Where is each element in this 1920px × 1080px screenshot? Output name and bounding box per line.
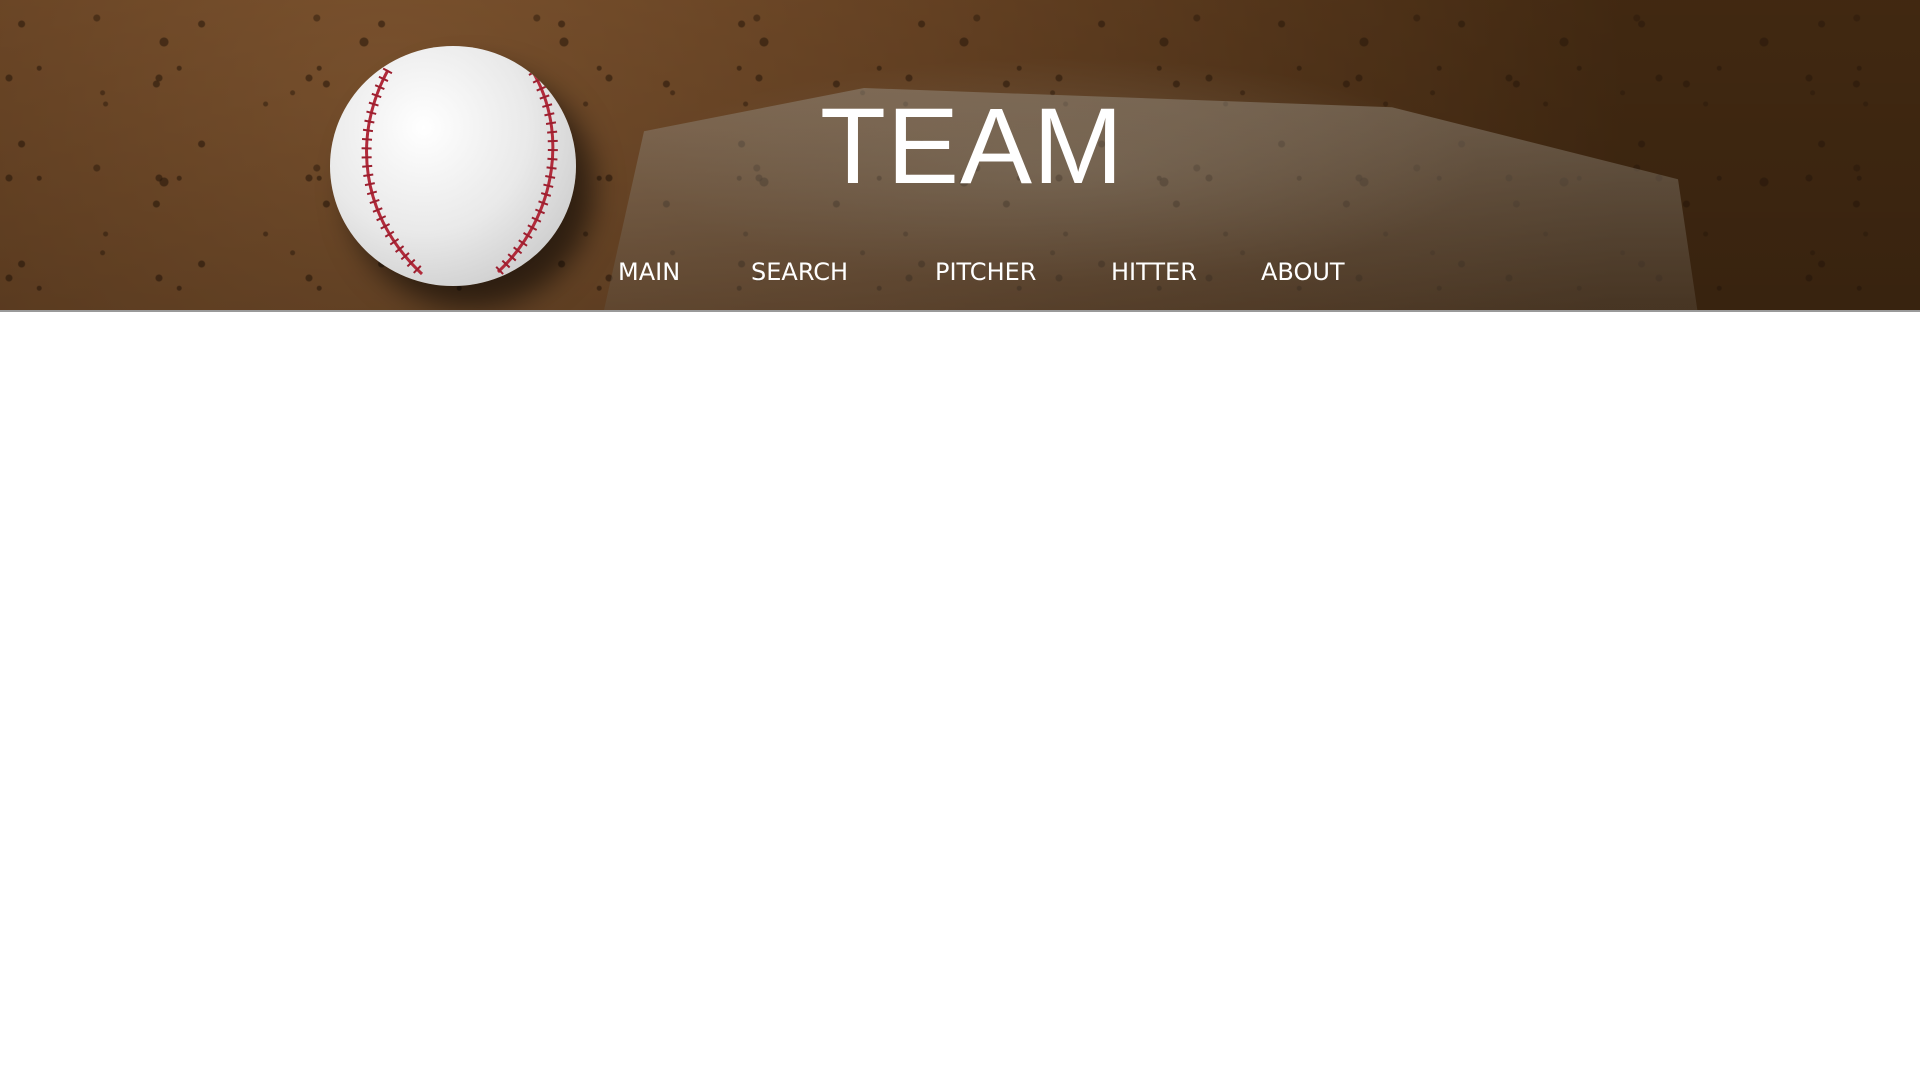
hero-banner: TEAM MAIN SEARCH PITCHER HITTER ABOUT <box>0 0 1920 312</box>
nav-item-hitter[interactable]: HITTER <box>1111 254 1197 290</box>
nav-item-main[interactable]: MAIN <box>618 254 680 290</box>
page: TEAM MAIN SEARCH PITCHER HITTER ABOUT <box>0 0 1920 1080</box>
nav-item-search[interactable]: SEARCH <box>751 254 848 290</box>
site-title: TEAM <box>820 85 1125 206</box>
baseball-seams-icon <box>361 61 558 278</box>
nav-item-about[interactable]: ABOUT <box>1261 254 1345 290</box>
main-nav: MAIN SEARCH PITCHER HITTER ABOUT <box>0 254 1920 290</box>
baseball-image <box>330 46 576 286</box>
nav-item-pitcher[interactable]: PITCHER <box>935 254 1036 290</box>
main-content-area <box>0 312 1920 1080</box>
